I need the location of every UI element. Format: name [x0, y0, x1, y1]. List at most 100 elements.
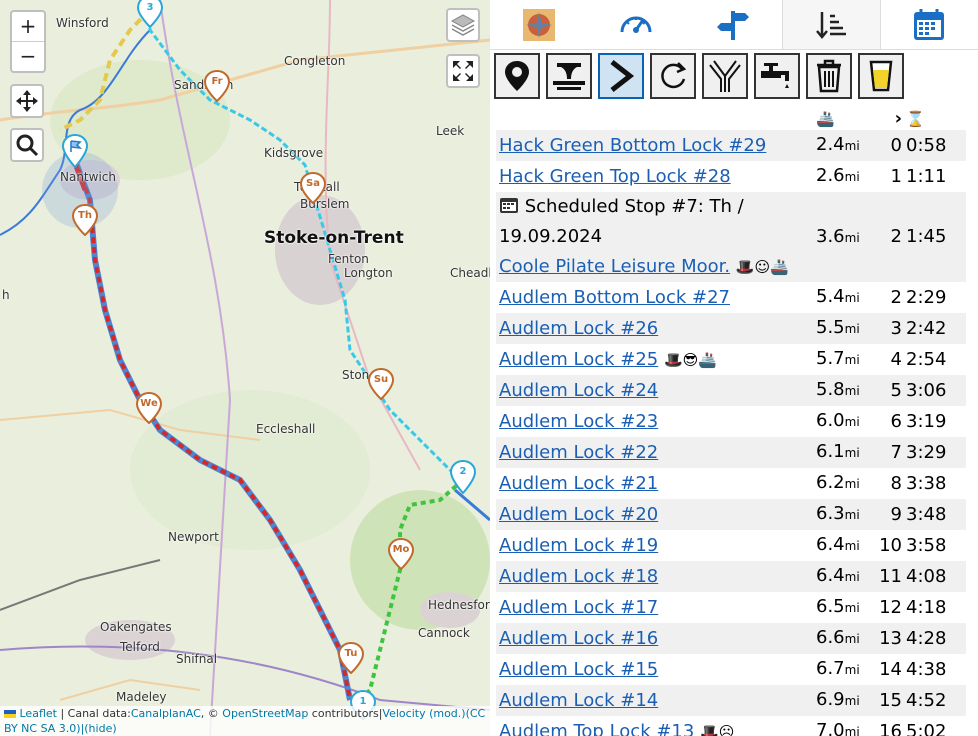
filter-winding-button[interactable] [650, 53, 696, 99]
table-row[interactable]: Audlem Lock #15 6.7mi 14 4:38 [496, 654, 966, 685]
table-row[interactable]: Audlem Bottom Lock #27 5.4mi 2 2:29 [496, 282, 966, 313]
place-label: h [2, 288, 10, 302]
row-time: 4:28 [906, 623, 966, 654]
table-row[interactable]: Audlem Lock #21 6.2mi 8 3:38 [496, 468, 966, 499]
hide-attribution-link[interactable]: |(hide) [81, 722, 117, 735]
layers-button[interactable] [446, 8, 480, 42]
boat-position-marker[interactable] [61, 133, 89, 172]
lock-link[interactable]: Audlem Lock #26 [499, 318, 658, 339]
trash-icon [817, 59, 841, 93]
row-distance: 3.6mi [816, 192, 870, 282]
table-row[interactable]: Audlem Lock #16 6.6mi 13 4:28 [496, 623, 966, 654]
map-attribution: Leaflet | Canal data:CanalplanAC, © Open… [0, 706, 490, 736]
time-header-icon: ⌛ [906, 110, 925, 128]
lock-link[interactable]: Audlem Lock #22 [499, 442, 658, 463]
row-lock-count: 9 [870, 499, 906, 530]
lock-link[interactable]: Audlem Bottom Lock #27 [499, 287, 730, 308]
table-row[interactable]: Audlem Top Lock #13 🎩☹ 7.0mi 16 5:02 [496, 716, 966, 736]
filter-pubs-button[interactable] [858, 53, 904, 99]
lock-link[interactable]: Audlem Top Lock #13 [499, 721, 694, 736]
scheduled-stop-text: Scheduled Stop #7: Th / 19.09.2024 [499, 196, 744, 247]
lock-link[interactable]: Hack Green Bottom Lock #29 [499, 135, 766, 156]
row-distance: 6.0mi [816, 410, 860, 431]
table-row[interactable]: Audlem Lock #22 6.1mi 7 3:29 [496, 437, 966, 468]
day-pin[interactable]: Th [71, 203, 99, 240]
day-pin[interactable]: Sa [299, 171, 327, 208]
calendar-icon [500, 198, 518, 213]
osm-link[interactable]: OpenStreetMap [222, 707, 308, 720]
row-distance: 6.3mi [816, 499, 870, 530]
waypoint-marker[interactable]: 2 [449, 459, 477, 498]
lock-link[interactable]: Audlem Lock #19 [499, 535, 658, 556]
lock-link[interactable]: Audlem Lock #24 [499, 380, 658, 401]
facility-icons: 🎩😎🚢 [663, 350, 717, 369]
tab-logo[interactable] [490, 0, 587, 49]
tab-calendar[interactable] [881, 0, 978, 49]
zoom-in-button[interactable]: + [12, 12, 44, 41]
tab-speed[interactable] [587, 0, 684, 49]
facility-icons: 🎩☺🚢 [735, 258, 789, 276]
filter-rubbish-button[interactable] [806, 53, 852, 99]
locks-header-icon: › [894, 108, 902, 129]
day-pin[interactable]: Fr [203, 69, 231, 106]
place-label: Telford [120, 640, 160, 654]
day-pin[interactable]: We [135, 391, 163, 428]
flag-icon [61, 133, 89, 169]
table-row[interactable]: Hack Green Bottom Lock #29 2.4mi 0 0:58 [496, 130, 966, 161]
filter-toolbar [494, 53, 904, 99]
canalplan-link[interactable]: CanalplanAC [131, 707, 201, 720]
row-time: 4:38 [906, 658, 947, 680]
table-row[interactable]: Audlem Lock #25 🎩😎🚢 5.7mi 4 2:54 [496, 344, 966, 375]
map-search-button[interactable] [10, 128, 44, 162]
table-row[interactable]: Audlem Lock #24 5.8mi 5 3:06 [496, 375, 966, 406]
filter-junctions-button[interactable] [702, 53, 748, 99]
row-lock-count: 10 [879, 534, 902, 556]
lock-link[interactable]: Audlem Lock #18 [499, 566, 658, 587]
row-lock-count: 3 [870, 313, 906, 344]
row-lock-count: 11 [870, 561, 906, 592]
lock-link[interactable]: Audlem Lock #17 [499, 597, 658, 618]
table-row[interactable]: Audlem Lock #26 5.5mi 3 2:42 [496, 313, 966, 344]
row-time: 3:06 [906, 375, 966, 406]
place-label: Kidsgrove [264, 146, 324, 160]
table-row[interactable]: Audlem Lock #14 6.9mi 15 4:52 [496, 685, 966, 716]
lock-link[interactable]: Audlem Lock #20 [499, 504, 658, 525]
tab-route[interactable] [684, 0, 781, 49]
filter-places-button[interactable] [494, 53, 540, 99]
scheduled-stop-row[interactable]: Scheduled Stop #7: Th / 19.09.2024 Coole … [496, 192, 966, 282]
row-distance: 5.7mi [816, 348, 860, 369]
mooring-link[interactable]: Coole Pilate Leisure Moor. [499, 256, 730, 277]
row-time: 0:58 [906, 130, 966, 161]
pan-button[interactable] [10, 84, 44, 118]
lock-link[interactable]: Audlem Lock #21 [499, 473, 658, 494]
day-pin[interactable]: Su [367, 367, 395, 404]
row-time: 4:08 [906, 561, 966, 592]
table-row[interactable]: Audlem Lock #17 6.5mi 12 4:18 [496, 592, 966, 623]
map[interactable]: Winsford Congleton Sandbach Leek Nantwic… [0, 0, 490, 736]
filter-bridges-button[interactable] [546, 53, 592, 99]
table-row[interactable]: Hack Green Top Lock #28 2.6mi 1 1:11 [496, 161, 966, 192]
row-lock-count: 12 [879, 596, 902, 618]
table-row[interactable]: Audlem Lock #19 6.4mi 10 3:58 [496, 530, 966, 561]
tab-sort[interactable] [781, 0, 881, 49]
panel-tabs [490, 0, 978, 50]
day-pin[interactable]: Mo [387, 537, 415, 574]
row-time: 3:48 [906, 499, 966, 530]
row-lock-count: 2 [890, 286, 902, 308]
lock-link[interactable]: Audlem Lock #16 [499, 628, 658, 649]
leaflet-link[interactable]: Leaflet [20, 707, 57, 720]
lock-link[interactable]: Audlem Lock #15 [499, 659, 658, 680]
lock-link[interactable]: Audlem Lock #25 [499, 349, 658, 370]
fullscreen-button[interactable] [446, 54, 480, 88]
waypoint-marker[interactable]: 3 [136, 0, 164, 32]
table-row[interactable]: Audlem Lock #18 6.4mi 11 4:08 [496, 561, 966, 592]
lock-link[interactable]: Audlem Lock #14 [499, 690, 658, 711]
lock-link[interactable]: Hack Green Top Lock #28 [499, 166, 731, 187]
lock-link[interactable]: Audlem Lock #23 [499, 411, 658, 432]
filter-water-button[interactable] [754, 53, 800, 99]
zoom-out-button[interactable]: − [12, 41, 44, 71]
table-row[interactable]: Audlem Lock #23 6.0mi 6 3:19 [496, 406, 966, 437]
filter-locks-button[interactable] [598, 53, 644, 99]
day-pin[interactable]: Tu [337, 641, 365, 678]
table-row[interactable]: Audlem Lock #20 6.3mi 9 3:48 [496, 499, 966, 530]
